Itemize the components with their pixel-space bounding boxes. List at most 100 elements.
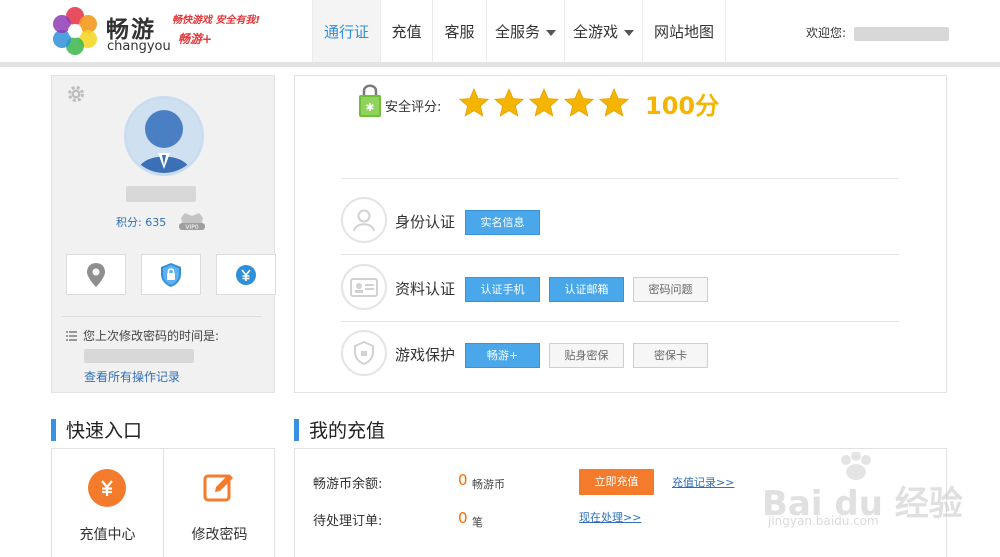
- nav-site-map[interactable]: 网站地图: [642, 0, 726, 62]
- vip-badge-icon: VIP0: [179, 213, 205, 231]
- security-divider: [341, 254, 899, 255]
- nav-recharge[interactable]: 充值: [380, 0, 432, 62]
- view-log-link[interactable]: 查看所有操作记录: [84, 368, 180, 385]
- identity-row: 身份认证 实名信息: [341, 197, 899, 247]
- security-score-value: 100分: [645, 92, 720, 120]
- recharge-center-entry[interactable]: 充值中心: [52, 449, 163, 557]
- vip-badge-text: VIP0: [185, 224, 198, 231]
- verify-phone-button[interactable]: 认证手机: [465, 277, 540, 302]
- shield-lock-icon: [161, 262, 181, 287]
- title-accent-bar: [51, 418, 56, 441]
- watermark-url: jingyan.baidu.com: [768, 514, 879, 528]
- balance-unit: 畅游币: [472, 478, 505, 491]
- nav-label: 客服: [444, 23, 475, 41]
- star-icon: [528, 87, 560, 117]
- nav-all-games[interactable]: 全游戏: [564, 0, 642, 62]
- profile-shortcuts: [66, 254, 276, 295]
- yuan-icon: [236, 264, 256, 285]
- nav-label: 全游戏: [572, 23, 618, 41]
- pending-orders-unit: 笔: [472, 516, 483, 529]
- logo-plus: 畅游+: [178, 32, 213, 46]
- chevron-down-icon: [624, 29, 634, 36]
- nav-service[interactable]: 客服: [432, 0, 486, 62]
- id-card-icon: [350, 278, 378, 297]
- points-value: 635: [145, 216, 167, 229]
- nav-all-services[interactable]: 全服务: [486, 0, 564, 62]
- chevron-down-icon: [546, 29, 556, 36]
- security-card-button[interactable]: 密保卡: [633, 343, 708, 368]
- points-display: 积分: 635: [116, 214, 166, 230]
- points-label: 积分:: [116, 216, 142, 229]
- yuan-icon: [88, 469, 126, 507]
- avatar[interactable]: [124, 96, 204, 176]
- real-name-info-button[interactable]: 实名信息: [465, 210, 540, 235]
- svg-text:✱: ✱: [365, 101, 374, 114]
- quick-entry-panel: 充值中心 修改密码: [51, 448, 275, 557]
- verify-email-button[interactable]: 认证邮箱: [549, 277, 624, 302]
- baidu-watermark: Bai du 经验 jingyan.baidu.com: [762, 452, 982, 542]
- username-blurred[interactable]: [853, 26, 949, 41]
- header-divider: [0, 62, 1000, 67]
- main-nav: 通行证 充值 客服 全服务 全游戏 网站地图: [312, 0, 726, 62]
- welcome-label: 欢迎您:: [806, 26, 847, 40]
- pending-orders-label: 待处理订单:: [313, 514, 383, 529]
- title-accent-bar: [294, 418, 299, 441]
- location-button[interactable]: [66, 254, 126, 295]
- my-recharge-title-text: 我的充值: [309, 420, 386, 442]
- security-panel: ✱ 安全评分: 100分 身份认证 实名信息 资料认证 认证手机 认证邮箱 密码…: [294, 75, 947, 393]
- yuan-glyph: [101, 480, 113, 496]
- nav-label: 网站地图: [653, 23, 714, 41]
- security-question-button[interactable]: 密码问题: [633, 277, 708, 302]
- game-protect-row: 游戏保护 畅游+ 贴身密保 密保卡: [341, 330, 899, 380]
- wallet-button[interactable]: [216, 254, 276, 295]
- logo-text-en: changyou: [107, 39, 171, 54]
- password-change-date-blurred: [84, 349, 194, 363]
- nav-label: 全服务: [494, 23, 540, 41]
- profile-verify-icon-circle: [341, 264, 387, 310]
- shield-icon: [354, 340, 374, 366]
- password-change-time: 您上次修改密码的时间是:: [66, 327, 219, 344]
- game-protect-label: 游戏保护: [395, 346, 456, 364]
- my-recharge-title: 我的充值: [294, 416, 385, 443]
- changyou-plus-button[interactable]: 畅游+: [465, 343, 540, 368]
- star-icon: [493, 87, 525, 117]
- nav-passport[interactable]: 通行证: [312, 0, 380, 62]
- list-icon: [66, 330, 77, 341]
- identity-icon-circle: [341, 197, 387, 243]
- profile-verify-label: 资料认证: [395, 280, 456, 298]
- location-pin-icon: [87, 262, 105, 287]
- profile-panel: 积分: 635 VIP0 您上次修改密码的时间是: 查看所有操作记录: [51, 75, 276, 393]
- recharge-now-button[interactable]: 立即充值: [579, 469, 654, 495]
- personal-token-button[interactable]: 贴身密保: [549, 343, 624, 368]
- username-blurred: [126, 186, 196, 202]
- security-button[interactable]: [141, 254, 201, 295]
- star-icon: [458, 87, 490, 117]
- edit-icon: [200, 469, 238, 507]
- recharge-center-label: 充值中心: [79, 527, 136, 543]
- game-protect-icon-circle: [341, 330, 387, 376]
- welcome-user: 欢迎您:: [806, 24, 949, 41]
- star-icon: [563, 87, 595, 117]
- quick-entry-title: 快速入口: [51, 416, 142, 443]
- logo-slogan: 畅快游戏 安全有我!: [172, 15, 261, 26]
- edit-glyph: [203, 474, 233, 502]
- nav-label: 充值: [391, 23, 422, 41]
- changyou-logo[interactable]: 畅游 changyou 畅快游戏 安全有我! 畅游+: [50, 6, 280, 58]
- gear-icon[interactable]: [66, 84, 86, 104]
- recharge-records-link[interactable]: 充值记录>>: [672, 474, 734, 490]
- quick-entry-title-text: 快速入口: [66, 420, 143, 442]
- balance-label: 畅游币余额:: [313, 477, 383, 492]
- security-stars: [458, 87, 630, 119]
- change-password-entry[interactable]: 修改密码: [164, 449, 275, 557]
- user-icon: [353, 209, 375, 232]
- profile-divider: [62, 316, 262, 317]
- top-header: 畅游 changyou 畅快游戏 安全有我! 畅游+ 通行证 充值 客服 全服务…: [0, 0, 1000, 62]
- user-avatar-icon: [127, 99, 201, 173]
- lock-icon: ✱: [359, 84, 381, 117]
- process-now-link[interactable]: 现在处理>>: [579, 509, 641, 525]
- balance-value: 0: [458, 471, 468, 489]
- security-score-label: 安全评分:: [385, 100, 442, 115]
- identity-label: 身份认证: [395, 213, 456, 231]
- password-change-label: 您上次修改密码的时间是:: [83, 329, 220, 343]
- change-password-label: 修改密码: [191, 527, 248, 543]
